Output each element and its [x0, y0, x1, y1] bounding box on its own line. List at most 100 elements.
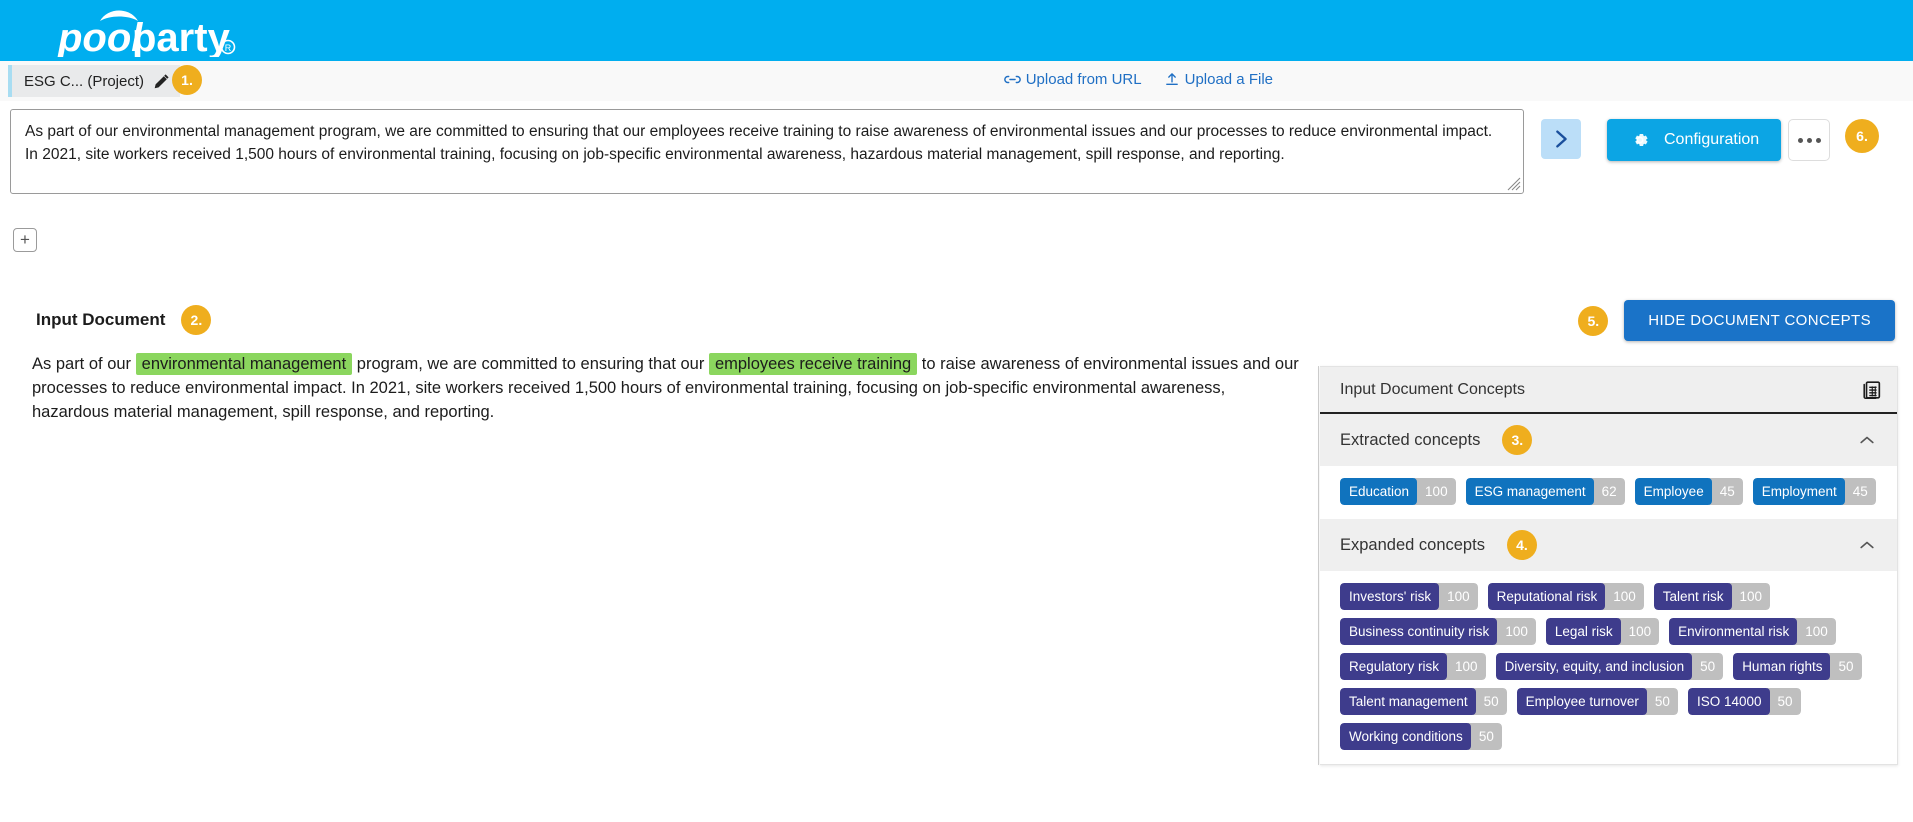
concept-chip-score: 100: [1794, 618, 1836, 645]
concept-chip-label: Employee: [1634, 478, 1712, 505]
step-badge-2: 2.: [181, 305, 212, 335]
project-tab-label: ESG C... (Project): [24, 72, 145, 90]
chevron-up-icon[interactable]: [1857, 430, 1877, 450]
table-grid-icon[interactable]: [1861, 379, 1883, 401]
hide-concepts-area: 5. HIDE DOCUMENT CONCEPTS: [1578, 300, 1895, 341]
document-text-input[interactable]: As part of our environmental management …: [10, 109, 1524, 194]
concept-chip-label: Environmental risk: [1669, 618, 1798, 645]
concept-chip[interactable]: Talent management 50: [1340, 688, 1507, 715]
concept-chip-score: 50: [1467, 723, 1502, 750]
link-icon: [1003, 75, 1021, 84]
add-tab-button[interactable]: +: [13, 228, 37, 252]
upload-from-url-label: Upload from URL: [1025, 71, 1142, 88]
upload-actions: Upload from URL Upload a File: [1003, 71, 1273, 88]
hide-document-concepts-button[interactable]: HIDE DOCUMENT CONCEPTS: [1624, 300, 1895, 341]
concept-chip[interactable]: Human rights 50: [1733, 653, 1862, 680]
concept-chip-label: Talent management: [1340, 688, 1476, 715]
concept-chip[interactable]: Business continuity risk 100: [1340, 618, 1536, 645]
concept-chip-label: Business continuity risk: [1340, 618, 1498, 645]
concepts-panel-title: Input Document Concepts: [1340, 380, 1525, 398]
concept-chip-score: 45: [1841, 478, 1876, 505]
editor-area: As part of our environmental management …: [0, 101, 1913, 201]
doc-segment: program, we are committed to ensuring th…: [352, 355, 709, 373]
step-badge-4: 4.: [1506, 530, 1537, 560]
concept-chip[interactable]: Talent risk 100: [1653, 583, 1771, 610]
concept-chip-score: 50: [1766, 688, 1801, 715]
concept-chip-label: Employment: [1752, 478, 1845, 505]
concept-chip[interactable]: Education 100: [1340, 478, 1456, 505]
concept-chip-score: 100: [1436, 583, 1478, 610]
concept-chip-label: ESG management: [1465, 478, 1594, 505]
extracted-concepts-chips: Education 100 ESG management 62 Employee…: [1320, 466, 1897, 519]
pencil-icon[interactable]: [154, 73, 170, 89]
concept-chip[interactable]: Diversity, equity, and inclusion 50: [1495, 653, 1724, 680]
concept-chip[interactable]: Employment 45: [1752, 478, 1876, 505]
input-document-header: Input Document 2.: [36, 305, 212, 335]
project-tab[interactable]: ESG C... (Project): [8, 65, 181, 97]
more-options-button[interactable]: [1788, 119, 1830, 161]
concept-chip-score: 100: [1494, 618, 1536, 645]
concept-chip[interactable]: Employee 45: [1634, 478, 1743, 505]
section-label: Extracted concepts: [1340, 430, 1481, 449]
chevron-up-icon[interactable]: [1857, 535, 1877, 555]
concept-chip-score: 45: [1708, 478, 1743, 505]
concept-chip-label: Working conditions: [1340, 723, 1471, 750]
concept-chip-score: 50: [1643, 688, 1678, 715]
ellipsis-icon: [1815, 137, 1821, 143]
svg-text:R: R: [225, 43, 232, 53]
concept-chip-score: 100: [1414, 478, 1456, 505]
concept-chip[interactable]: Reputational risk 100: [1487, 583, 1644, 610]
step-badge-6: 6.: [1845, 119, 1879, 153]
concept-chip[interactable]: ESG management 62: [1465, 478, 1625, 505]
step-badge-3: 3.: [1502, 425, 1533, 455]
concept-chip-score: 62: [1590, 478, 1625, 505]
configuration-button-label: Configuration: [1664, 131, 1760, 148]
concept-chip-label: Reputational risk: [1487, 583, 1606, 610]
textarea-resize-handle[interactable]: [1507, 177, 1521, 191]
concept-chip[interactable]: Employee turnover 50: [1516, 688, 1678, 715]
gear-icon: [1635, 133, 1648, 147]
ellipsis-icon: [1806, 137, 1812, 143]
concept-chip[interactable]: Working conditions 50: [1340, 723, 1502, 750]
svg-text:pool: pool: [57, 16, 143, 57]
concept-chip[interactable]: Legal risk 100: [1545, 618, 1660, 645]
section-extracted-concepts[interactable]: Extracted concepts 3.: [1320, 414, 1897, 466]
concept-chip-score: 100: [1444, 653, 1486, 680]
upload-a-file-label: Upload a File: [1184, 71, 1273, 88]
concept-chip[interactable]: Regulatory risk 100: [1340, 653, 1486, 680]
svg-text:party: party: [132, 16, 231, 57]
step-badge-1: 1.: [172, 65, 202, 95]
configuration-button[interactable]: Configuration: [1607, 119, 1782, 161]
input-document-text: As part of our environmental management …: [32, 352, 1302, 424]
page-title: Input Document: [36, 310, 166, 329]
upload-from-url-link[interactable]: Upload from URL: [1003, 71, 1142, 88]
concept-chip[interactable]: Investors' risk 100: [1340, 583, 1478, 610]
expanded-concepts-chips: Investors' risk 100 Reputational risk 10…: [1320, 571, 1897, 764]
chevron-right-icon: [1556, 130, 1567, 148]
concept-chip-score: 50: [1689, 653, 1724, 680]
concept-chip-label: Legal risk: [1545, 618, 1621, 645]
poolparty-logo[interactable]: pool party R: [56, 0, 256, 61]
doc-segment: As part of our: [32, 355, 136, 373]
concept-chip-label: Employee turnover: [1516, 688, 1647, 715]
highlighted-concept[interactable]: environmental management: [135, 353, 353, 375]
upload-icon: [1165, 73, 1178, 85]
submit-arrow-button[interactable]: [1541, 119, 1581, 159]
brand-header: pool party R: [0, 0, 1913, 61]
concept-chip-label: Human rights: [1733, 653, 1831, 680]
concept-chip-score: 50: [1827, 653, 1862, 680]
concept-chip-label: Diversity, equity, and inclusion: [1495, 653, 1693, 680]
concept-chip[interactable]: Environmental risk 100: [1669, 618, 1836, 645]
concept-chip[interactable]: ISO 14000 50: [1687, 688, 1801, 715]
project-tab-bar: ESG C... (Project) 1. Upload from URL Up…: [0, 61, 1913, 101]
step-badge-5: 5.: [1578, 305, 1609, 336]
concept-chip-label: ISO 14000: [1687, 688, 1770, 715]
upload-a-file-link[interactable]: Upload a File: [1164, 71, 1273, 88]
concept-chip-label: Education: [1340, 478, 1418, 505]
concept-chip-score: 100: [1617, 618, 1660, 645]
concepts-panel-header: Input Document Concepts: [1320, 367, 1897, 414]
section-expanded-concepts[interactable]: Expanded concepts 4.: [1320, 519, 1897, 571]
document-text-value: As part of our environmental management …: [25, 123, 1493, 163]
highlighted-concept[interactable]: employees receive training: [708, 353, 918, 375]
concept-chip-score: 100: [1728, 583, 1771, 610]
